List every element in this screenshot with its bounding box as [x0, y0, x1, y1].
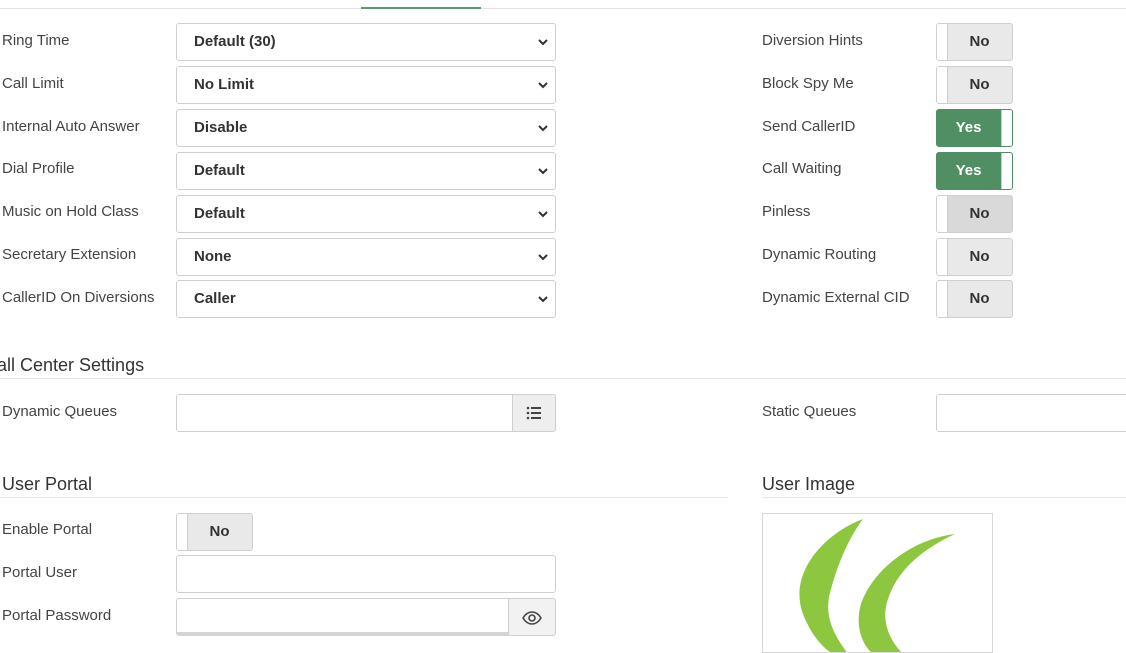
list-icon — [526, 406, 541, 420]
pinless-label: Pinless — [762, 203, 811, 220]
secretary-extension-select[interactable]: None — [176, 238, 556, 276]
chevron-down-icon — [538, 211, 548, 218]
top-divider — [0, 8, 1126, 9]
chevron-down-icon — [538, 82, 548, 89]
block-spy-me-label: Block Spy Me — [762, 75, 854, 92]
chevron-down-icon — [538, 254, 548, 261]
send-callerid-label: Send CallerID — [762, 118, 856, 135]
enable-portal-label: Enable Portal — [2, 521, 93, 538]
dynamic-routing-label: Dynamic Routing — [762, 246, 877, 263]
call-center-section-title: all Center Settings — [0, 355, 145, 375]
chevron-down-icon — [538, 296, 548, 303]
ring-time-select[interactable]: Default (30) — [176, 23, 556, 61]
portal-user-label: Portal User — [2, 564, 78, 581]
internal-auto-answer-label: Internal Auto Answer — [2, 118, 140, 135]
portal-user-input[interactable] — [176, 555, 556, 593]
chevron-down-icon — [538, 125, 548, 132]
callerid-on-diversions-select[interactable]: Caller — [176, 280, 556, 318]
portal-password-input[interactable] — [176, 598, 510, 636]
toggle-knob — [1001, 153, 1012, 189]
dial-profile-label: Dial Profile — [2, 160, 75, 177]
music-on-hold-label: Music on Hold Class — [2, 203, 139, 220]
internal-auto-answer-select[interactable]: Disable — [176, 109, 556, 147]
toggle-value: No — [969, 33, 990, 50]
dynamic-routing-toggle[interactable]: No — [936, 238, 1013, 276]
eye-icon — [522, 611, 542, 625]
callerid-on-diversions-value: Caller — [194, 290, 236, 307]
diversion-hints-label: Diversion Hints — [762, 32, 863, 49]
call-limit-value: No Limit — [194, 76, 254, 93]
pinless-toggle[interactable]: No — [936, 195, 1013, 233]
section-divider — [762, 497, 1126, 498]
user-image-preview[interactable] — [762, 513, 993, 653]
chevron-down-icon — [538, 168, 548, 175]
call-waiting-label: Call Waiting — [762, 160, 842, 177]
enable-portal-toggle[interactable]: No — [176, 513, 253, 551]
section-divider — [0, 378, 1126, 379]
static-queues-label: Static Queues — [762, 403, 857, 420]
toggle-value: No — [969, 205, 990, 222]
internal-auto-answer-value: Disable — [194, 119, 248, 136]
send-callerid-toggle[interactable]: Yes — [936, 109, 1013, 147]
section-divider — [0, 497, 728, 498]
toggle-value: No — [969, 290, 990, 307]
chevron-down-icon — [538, 39, 548, 46]
toggle-value: Yes — [955, 119, 982, 136]
brand-logo-image — [799, 519, 955, 652]
toggle-value: Yes — [955, 162, 982, 179]
toggle-password-visibility-button[interactable] — [508, 598, 556, 636]
secretary-extension-label: Secretary Extension — [2, 246, 137, 263]
callerid-on-diversions-label: CallerID On Diversions — [2, 289, 155, 306]
static-queues-input[interactable] — [936, 394, 1126, 432]
call-limit-label: Call Limit — [2, 75, 64, 92]
call-waiting-toggle[interactable]: Yes — [936, 152, 1013, 190]
user-image-section-title: User Image — [762, 474, 856, 494]
active-tab-indicator — [361, 7, 481, 9]
music-on-hold-value: Default — [194, 205, 245, 222]
dynamic-queues-input[interactable] — [176, 394, 514, 432]
block-spy-me-toggle[interactable]: No — [936, 66, 1013, 104]
portal-password-label: Portal Password — [2, 607, 112, 624]
music-on-hold-select[interactable]: Default — [176, 195, 556, 233]
dynamic-queues-list-button[interactable] — [512, 394, 556, 432]
secretary-extension-value: None — [194, 248, 232, 265]
dial-profile-value: Default — [194, 162, 245, 179]
toggle-value: No — [209, 523, 230, 540]
toggle-value: No — [969, 76, 990, 93]
dynamic-external-cid-toggle[interactable]: No — [936, 280, 1013, 318]
ring-time-label: Ring Time — [2, 32, 70, 49]
dynamic-queues-label: Dynamic Queues — [2, 403, 118, 420]
toggle-value: No — [969, 248, 990, 265]
dynamic-external-cid-label: Dynamic External CID — [762, 289, 910, 306]
diversion-hints-toggle[interactable]: No — [936, 23, 1013, 61]
dial-profile-select[interactable]: Default — [176, 152, 556, 190]
toggle-knob — [1001, 110, 1012, 146]
call-limit-select[interactable]: No Limit — [176, 66, 556, 104]
user-portal-section-title: User Portal — [2, 474, 93, 494]
ring-time-value: Default (30) — [194, 33, 276, 50]
